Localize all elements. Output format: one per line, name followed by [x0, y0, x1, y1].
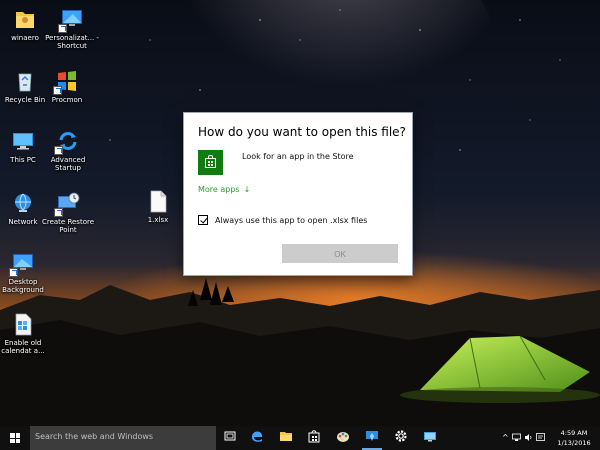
taskbar: Search the web and Windows ^ 4:59 AM 1/1…: [0, 426, 600, 450]
volume-icon[interactable]: [524, 433, 533, 444]
edge-icon[interactable]: [245, 429, 269, 447]
clock-time: 4:59 AM: [560, 429, 588, 437]
settings-icon[interactable]: [389, 429, 413, 447]
arrow-down-icon: ↓: [243, 185, 251, 194]
windows-logo-icon: [10, 433, 20, 443]
desktop-icon-label: Advanced Startup: [50, 156, 86, 172]
notifications-icon[interactable]: [536, 433, 545, 444]
remote-desktop-icon[interactable]: [418, 429, 442, 447]
personalization-taskbar-icon[interactable]: [360, 429, 384, 450]
checkmark-icon: [200, 215, 208, 224]
desktop-icon-label: Procmon: [51, 96, 83, 104]
always-use-checkbox[interactable]: [198, 215, 208, 225]
search-box[interactable]: Search the web and Windows: [30, 426, 216, 450]
store-icon: [198, 150, 223, 175]
store-option-label: Look for an app in the Store: [242, 152, 354, 161]
desktop-icon-desktop-background[interactable]: Desktop Background: [0, 250, 52, 294]
registry-file-icon: [10, 311, 36, 337]
desktop-icon-label: Personalizat... - Shortcut: [45, 34, 99, 50]
shortcut-arrow-icon: [58, 24, 67, 33]
paint-icon[interactable]: [331, 429, 355, 447]
procmon-icon: [53, 68, 80, 95]
open-with-dialog: How do you want to open this file? Look …: [183, 112, 413, 276]
shortcut-arrow-icon: [9, 268, 18, 277]
more-apps-label: More apps: [198, 185, 240, 194]
always-use-row[interactable]: Always use this app to open .xlsx files: [198, 215, 408, 227]
monitor-icon: [58, 6, 85, 33]
search-placeholder: Search the web and Windows: [35, 432, 154, 441]
refresh-icon: [54, 128, 81, 155]
desktop-icon-xlsx-file[interactable]: 1.xlsx: [129, 188, 187, 224]
always-use-label: Always use this app to open .xlsx files: [215, 216, 368, 225]
desktop-background-icon: [9, 250, 36, 277]
desktop-icon-label: Create Restore Point: [41, 218, 95, 234]
network-icon: [10, 190, 36, 216]
clock[interactable]: 4:59 AM 1/13/2016: [553, 428, 595, 448]
shortcut-arrow-icon: [53, 86, 62, 95]
desktop-icon-create-restore-point[interactable]: Create Restore Point: [39, 190, 97, 234]
desktop-icon-label: 1.xlsx: [147, 216, 169, 224]
start-button[interactable]: [0, 426, 30, 450]
ok-button[interactable]: OK: [282, 244, 398, 263]
shortcut-arrow-icon: [54, 146, 63, 155]
desktop-icon-personalization-shortcut[interactable]: Personalizat... - Shortcut: [43, 6, 101, 50]
desktop-icon-label: Desktop Background: [2, 278, 44, 294]
desktop-icon-label: Enable old calendat a...: [1, 339, 45, 355]
chevron-up-icon[interactable]: ^: [502, 433, 509, 442]
store-taskbar-icon[interactable]: [302, 429, 326, 447]
desktop-icon-advanced-startup[interactable]: Advanced Startup: [39, 128, 97, 172]
recycle-bin-icon: [12, 68, 38, 94]
computer-icon: [10, 128, 36, 154]
shortcut-arrow-icon: [54, 208, 63, 217]
dialog-title: How do you want to open this file?: [198, 125, 406, 139]
task-view-icon[interactable]: [218, 429, 242, 447]
system-tray: ^: [500, 426, 555, 450]
desktop-icon-procmon[interactable]: Procmon: [38, 68, 96, 104]
network-tray-icon[interactable]: [512, 433, 521, 444]
file-icon: [145, 188, 171, 214]
file-explorer-icon[interactable]: [274, 429, 298, 447]
restore-point-icon: [54, 190, 81, 217]
store-option[interactable]: Look for an app in the Store: [198, 150, 398, 176]
more-apps-link[interactable]: More apps ↓: [198, 185, 250, 194]
clock-date: 1/13/2016: [557, 439, 591, 447]
folder-icon: [12, 6, 38, 32]
desktop-icon-enable-old-calendar[interactable]: Enable old calendat a...: [0, 311, 52, 355]
